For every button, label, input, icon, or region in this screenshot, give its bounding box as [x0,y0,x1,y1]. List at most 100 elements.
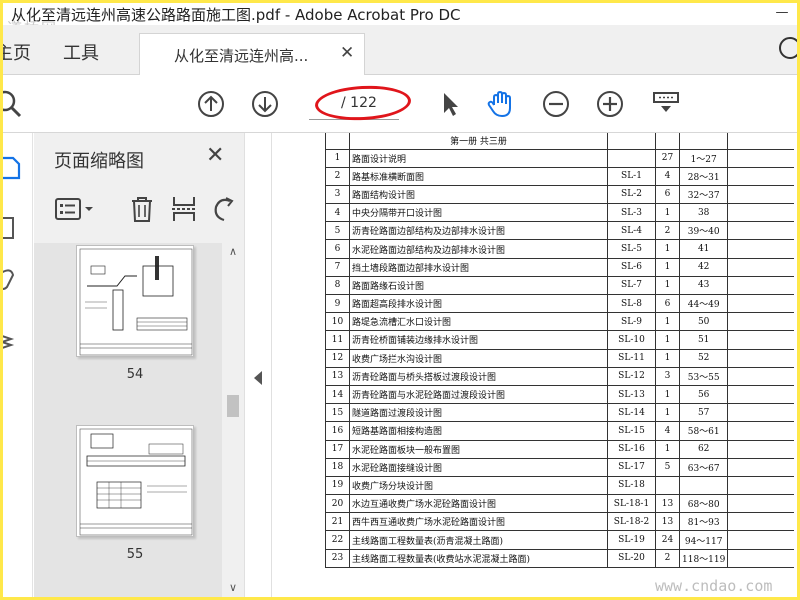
drawing-code: SL-8 [607,293,656,314]
blank-cell [727,257,794,277]
toolbar: 5 / 122 [3,75,797,133]
sheet-count: 24 [655,530,680,550]
blank-cell [727,348,794,368]
drawing-index-table: 第一册 共三册 1 路面设计说明 27 1～27 2 路基标准横断面图 SL-1 4 28～31… [325,133,794,568]
drawing-name: 路面超高段排水设计图 [349,293,608,314]
blank-cell [727,475,794,496]
row-number: 23 [325,548,350,568]
page-range: 81～93 [678,512,729,532]
row-number: 6 [325,239,350,259]
row-number: 17 [325,439,350,459]
drawing-code: SL-18 [607,475,656,496]
select-cursor-icon[interactable] [434,89,464,119]
drawing-code: SL-1 [607,166,656,186]
blank-cell [727,384,794,405]
layers-icon[interactable] [3,329,23,355]
delete-icon[interactable] [128,195,156,223]
page-range: 39～40 [678,221,729,241]
collapse-panel-icon[interactable] [254,371,262,385]
bookmarks-icon[interactable] [3,215,23,241]
table-row: 14 沥青砼路面与水泥砼路面过渡段设计图 SL-13 1 56 [325,384,794,405]
attachments-icon[interactable] [3,267,23,293]
hand-tool-icon[interactable] [485,89,515,119]
zoom-out-icon[interactable] [541,89,571,119]
close-tab-icon[interactable]: ✕ [340,43,354,63]
scrollbar-thumb[interactable] [227,395,239,417]
row-number: 14 [325,384,350,405]
thumbnail-page-55[interactable] [76,425,194,537]
thumbnail-page-54[interactable] [76,245,194,357]
document-view[interactable]: 第一册 共三册 1 路面设计说明 27 1～27 2 路基标准横断面图 SL-1 4 28～31… [273,133,797,597]
drawing-code: SL-7 [607,275,656,296]
scroll-up-icon[interactable]: ∧ [226,245,240,258]
drawing-name: 沥青砼桥面铺装边缘排水设计图 [349,330,608,350]
table-row: 23 主线路面工程数量表(收费站水泥混凝土路面) SL-20 2 118～119 [325,548,794,568]
zoom-in-icon[interactable] [595,89,625,119]
row-number: 10 [325,312,350,332]
table-row: 10 路堤急流槽汇水口设计图 SL-9 1 50 [325,312,794,332]
page-range: 38 [678,203,729,223]
page-range: 53～55 [678,366,729,386]
search-icon[interactable] [3,89,23,119]
drawing-name: 中央分隔带开口设计图 [349,203,608,223]
scroll-down-icon[interactable]: ∨ [226,581,240,594]
row-number: 11 [325,330,350,350]
thumbnail-scrollbar[interactable]: ∧ ∨ [222,243,244,597]
window-title: 从化至清远连州高速公路路面施工图.pdf - Adobe Acrobat Pro… [11,6,461,24]
sheet-count: 1 [655,257,680,277]
tab-tools[interactable]: 工具 [63,39,99,65]
insert-page-icon[interactable] [170,195,198,223]
tab-home[interactable]: 主页 [3,39,31,65]
thumbnail-options-icon[interactable] [54,195,96,223]
row-number: 8 [325,275,350,296]
sheet-count: 1 [655,312,680,332]
table-row: 21 西牛西互通收费广场水泥砼路面设计图 SL-18-2 13 81～93 [325,512,794,532]
sheet-count: 1 [655,384,680,405]
page-range: 43 [678,275,729,296]
panel-collapse-bar[interactable] [244,133,272,597]
blank-cell [727,148,794,168]
prev-page-icon[interactable] [196,89,226,119]
row-number: 1 [325,148,350,168]
page-range: 41 [678,239,729,259]
sheet-count: 1 [655,439,680,459]
sheet-count: 2 [655,221,680,241]
next-page-icon[interactable] [250,89,280,119]
blank-cell [727,457,794,477]
table-row: 3 路面结构设计图 SL-2 6 32～37 [325,184,794,205]
row-number: 18 [325,457,350,477]
table-row: 7 挡土墙段路面边部排水设计图 SL-6 1 42 [325,257,794,277]
tab-document[interactable]: 从化至清远连州高... ✕ [139,33,365,75]
table-row: 1 路面设计说明 27 1～27 [325,148,794,168]
scroll-mode-icon[interactable] [651,89,681,119]
drawing-code: SL-13 [607,384,656,405]
row-number: 5 [325,221,350,241]
thumbnail-list: 54 55 [34,243,222,597]
blank-cell [727,530,794,550]
table-row: 11 沥青砼桥面铺装边缘排水设计图 SL-10 1 51 [325,330,794,350]
rotate-icon[interactable] [210,195,238,223]
row-number: 7 [325,257,350,277]
page-thumbnails-icon[interactable] [3,155,23,181]
help-icon[interactable] [779,37,797,59]
drawing-code: SL-16 [607,439,656,459]
row-number: 12 [325,348,350,368]
thumbnail-panel: 页面缩略图 ✕ 54 55 ∧ ∨ [34,133,244,597]
drawing-name: 路面设计说明 [349,148,608,168]
table-row: 15 隧道路面过渡段设计图 SL-14 1 57 [325,403,794,423]
close-panel-icon[interactable]: ✕ [206,143,224,168]
sheet-count: 3 [655,366,680,386]
tab-bar: 主页 工具 从化至清远连州高... ✕ [3,25,797,75]
drawing-name: 收费广场分块设计图 [349,475,608,496]
page-range: 28～31 [678,166,729,186]
drawing-code: SL-11 [607,348,656,368]
drawing-name: 路基标准横断面图 [349,166,608,186]
drawing-name: 西牛西互通收费广场水泥砼路面设计图 [349,512,608,532]
blank-cell [727,403,794,423]
blank-cell [727,293,794,314]
drawing-name: 水泥砼路面接缝设计图 [349,457,608,477]
row-number: 21 [325,512,350,532]
sheet-count: 1 [655,403,680,423]
minimize-button[interactable]: — [771,3,793,23]
drawing-name: 沥青砼路面与桥头搭板过渡段设计图 [349,366,608,386]
